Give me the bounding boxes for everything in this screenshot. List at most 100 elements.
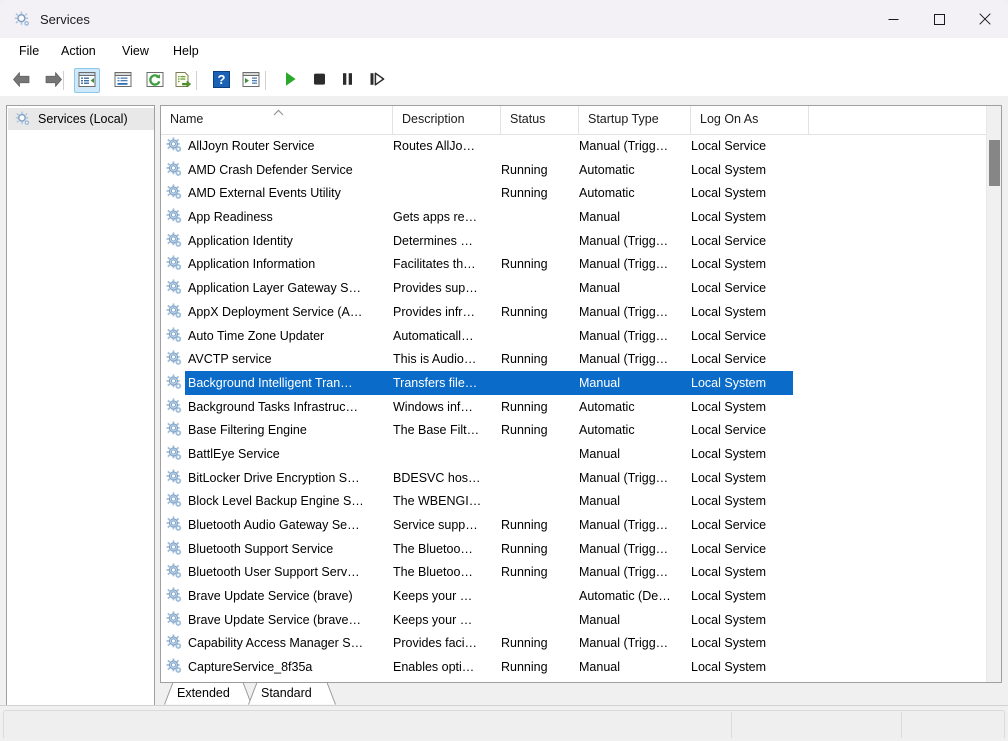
service-gear-icon xyxy=(166,303,183,320)
table-row[interactable]: CaptureService_8f35a Enables opti… Running… xyxy=(161,655,987,679)
stop-service-button[interactable] xyxy=(306,68,332,93)
cell-logon: Local System xyxy=(691,494,767,509)
cell-logon: Local System xyxy=(691,660,767,675)
cell-desc: The Bluetoo… xyxy=(393,565,473,580)
table-row[interactable]: BattlEye Service Manual Local System xyxy=(161,442,987,466)
column-header-label: Description xyxy=(402,112,465,126)
tab-extended[interactable]: Extended xyxy=(164,682,252,705)
minimize-icon xyxy=(888,14,899,25)
vertical-scrollbar[interactable] xyxy=(986,106,1001,682)
show-action-pane[interactable] xyxy=(238,68,264,93)
cell-desc: Keeps your … xyxy=(393,589,473,604)
cell-logon: Local System xyxy=(691,304,767,319)
cell-logon: Local System xyxy=(691,399,767,414)
cell-name: Base Filtering Engine xyxy=(188,423,307,438)
table-row[interactable]: Brave Update Service (brave) Keeps your …… xyxy=(161,584,987,608)
cell-logon: Local Service xyxy=(691,541,767,556)
cell-desc: This is Audio… xyxy=(393,352,477,367)
pause-service-button[interactable] xyxy=(334,68,360,93)
table-row[interactable]: Base Filtering Engine The Base Filt… Runni… xyxy=(161,418,987,442)
table-row[interactable]: AVCTP service This is Audio… Running Manual… xyxy=(161,347,987,371)
table-row[interactable]: App Readiness Gets apps re… Manual Local Sy… xyxy=(161,205,987,229)
column-header-desc[interactable]: Description xyxy=(393,106,501,134)
tree-item-services-local[interactable]: Services (Local) xyxy=(8,108,154,130)
minimize-button[interactable] xyxy=(870,0,916,38)
column-header-logon[interactable]: Log On As xyxy=(691,106,809,134)
table-row[interactable]: Bluetooth Audio Gateway Se… Service supp…… xyxy=(161,513,987,537)
cell-desc: Enables opti… xyxy=(393,660,475,675)
close-button[interactable] xyxy=(962,0,1008,38)
cell-name: AllJoyn Router Service xyxy=(188,139,315,153)
menu-view[interactable]: View xyxy=(115,42,156,61)
menu-help[interactable]: Help xyxy=(166,42,206,61)
service-gear-icon xyxy=(166,208,183,225)
table-row[interactable]: Application Layer Gateway S… Provides sup… xyxy=(161,276,987,300)
arrow-left-icon xyxy=(12,71,31,91)
cell-startup: Manual xyxy=(579,660,620,675)
table-row[interactable]: Background Intelligent Tran… Transfers fi… xyxy=(161,370,987,395)
maximize-icon xyxy=(933,13,945,25)
toolbar-separator xyxy=(196,71,197,90)
forward-button[interactable] xyxy=(40,68,66,93)
table-row[interactable]: Bluetooth Support Service The Bluetoo… Run… xyxy=(161,537,987,561)
table-row[interactable]: Background Tasks Infrastruc… Windows inf…… xyxy=(161,395,987,419)
table-row[interactable]: Bluetooth User Support Serv… The Bluetoo…… xyxy=(161,560,987,584)
refresh-button[interactable] xyxy=(142,68,168,93)
cell-name: Block Level Backup Engine S… xyxy=(188,494,364,509)
cell-desc: Provides faci… xyxy=(393,636,478,651)
back-button[interactable] xyxy=(8,68,34,93)
cell-desc: The WBENGI… xyxy=(393,494,482,509)
properties-button[interactable] xyxy=(110,68,136,93)
scrollbar-thumb[interactable] xyxy=(989,140,1000,186)
maximize-button[interactable] xyxy=(916,0,962,38)
cell-name: Auto Time Zone Updater xyxy=(188,328,325,343)
cell-name: AppX Deployment Service (A… xyxy=(188,304,363,319)
service-gear-icon xyxy=(166,516,183,533)
column-header-label: Name xyxy=(170,112,204,126)
menu-action[interactable]: Action xyxy=(54,42,103,61)
column-header-label: Startup Type xyxy=(588,112,659,126)
cell-name: Bluetooth Support Service xyxy=(188,541,334,556)
table-row[interactable]: Brave Update Service (brave… Keeps your …… xyxy=(161,608,987,632)
service-gear-icon xyxy=(166,279,183,296)
sort-ascending-icon xyxy=(273,109,284,118)
service-gear-icon xyxy=(166,611,183,628)
cell-logon: Local Service xyxy=(691,518,767,532)
table-row[interactable]: Application Identity Determines … Manual (… xyxy=(161,229,987,253)
cell-startup: Manual (Trigg… xyxy=(579,328,669,343)
column-header-startup[interactable]: Startup Type xyxy=(579,106,691,134)
service-gear-icon xyxy=(166,161,183,178)
table-row[interactable]: AppX Deployment Service (A… Provides infr… xyxy=(161,300,987,324)
cell-name: BattlEye Service xyxy=(188,446,280,461)
service-gear-icon xyxy=(166,374,183,391)
status-bar-divider xyxy=(901,712,902,738)
services-gear-icon xyxy=(14,11,31,28)
table-row[interactable]: Auto Time Zone Updater Automaticall… Manua… xyxy=(161,324,987,348)
table-row[interactable]: AMD Crash Defender Service Running Automat… xyxy=(161,158,987,182)
svg-text:?: ? xyxy=(217,72,225,87)
table-row[interactable]: AllJoyn Router Service Routes AllJo… Manua… xyxy=(161,134,987,158)
start-service-button[interactable] xyxy=(277,68,303,93)
status-bar xyxy=(0,705,1008,741)
cell-status: Running xyxy=(501,304,548,319)
cell-name: CaptureService_8f35a xyxy=(188,660,313,675)
table-row[interactable]: BitLocker Drive Encryption S… BDESVC hos…… xyxy=(161,466,987,490)
table-row[interactable]: Block Level Backup Engine S… The WBENGI… M… xyxy=(161,489,987,513)
cell-desc: Provides infr… xyxy=(393,304,475,319)
tab-standard[interactable]: Standard xyxy=(248,682,336,705)
table-row[interactable]: AMD External Events Utility Running Automa… xyxy=(161,181,987,205)
table-row[interactable]: Capability Access Manager S… Provides fac… xyxy=(161,631,987,655)
restart-service-button[interactable] xyxy=(364,68,390,93)
column-header-status[interactable]: Status xyxy=(501,106,579,134)
help-button[interactable]: ? xyxy=(208,68,234,93)
close-icon xyxy=(979,13,991,25)
export-list-button[interactable] xyxy=(170,68,196,93)
restart-step-icon xyxy=(369,71,385,90)
service-gear-icon xyxy=(166,563,183,580)
menu-bar: File Action View Help xyxy=(0,38,1008,65)
menu-file[interactable]: File xyxy=(12,42,46,61)
show-hide-console-tree[interactable] xyxy=(74,68,100,93)
services-list-pane: Name Description Status Startup Type Log On … xyxy=(160,105,1002,683)
cell-startup: Manual (Trigg… xyxy=(579,233,669,248)
table-row[interactable]: Application Information Facilitates th… Ru… xyxy=(161,252,987,276)
